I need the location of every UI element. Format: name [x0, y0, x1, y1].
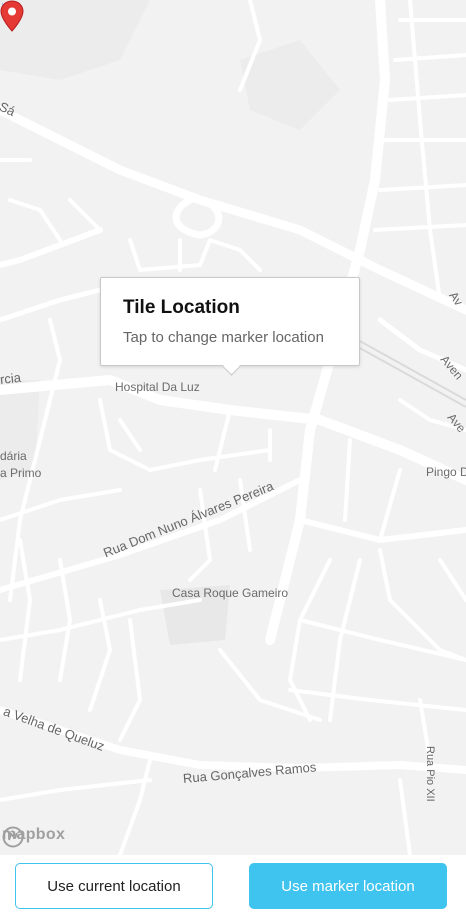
callout-subtitle: Tap to change marker location — [123, 329, 324, 346]
callout-title: Tile Location — [123, 297, 240, 318]
map-marker-pin-icon[interactable] — [0, 0, 24, 32]
label-arcia: rcia — [0, 369, 22, 387]
label-daria: dária — [0, 449, 27, 463]
label-hospital: Hospital Da Luz — [115, 380, 200, 394]
label-pingo: Pingo D — [426, 465, 466, 479]
mapbox-attribution[interactable]: mapbox — [2, 826, 65, 848]
label-casa-roque-gameiro: Casa Roque Gameiro — [172, 586, 289, 600]
map-view[interactable]: Hospital Da Luz Rua Dom Nuno Álvares Per… — [0, 0, 466, 855]
label-aprimo: a Primo — [0, 466, 42, 480]
marker-callout[interactable]: Tile Location Tap to change marker locat… — [100, 277, 360, 376]
use-current-location-button[interactable]: Use current location — [15, 863, 213, 909]
mapbox-logo-icon — [2, 826, 24, 848]
bottom-action-bar: Use current location Use marker location — [0, 855, 466, 918]
label-rua-pio: Rua Pio XII — [424, 746, 436, 802]
use-marker-location-button[interactable]: Use marker location — [249, 863, 447, 909]
